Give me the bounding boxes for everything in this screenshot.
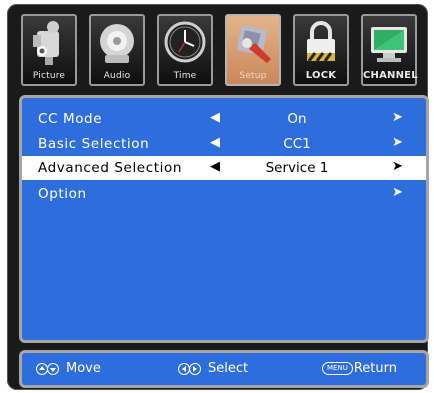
- tab-label-picture: Picture: [32, 71, 66, 81]
- hint-return-label: Return: [353, 361, 397, 376]
- category-tab-bar: Picture Audio Time Setup LOCK CHANNEL: [21, 14, 427, 90]
- hint-select-label: Select: [208, 361, 249, 376]
- left-arrow-icon[interactable]: ◀: [210, 135, 220, 150]
- osd-menu-frame: Picture Audio Time Setup LOCK CHANNEL CC…: [7, 4, 429, 390]
- menu-row-value: On: [287, 111, 307, 127]
- tab-lock[interactable]: LOCK: [293, 14, 349, 86]
- tab-label-lock: LOCK: [305, 70, 337, 81]
- menu-row-label: Advanced Selection: [38, 160, 182, 176]
- tab-audio[interactable]: Audio: [89, 14, 145, 86]
- left-arrow-icon[interactable]: ◀: [210, 110, 220, 125]
- footer-hint-bar: Move Select MENU Return: [19, 350, 429, 388]
- left-right-keys-icon: [178, 362, 201, 375]
- hint-select: Select: [178, 361, 248, 376]
- right-arrow-icon[interactable]: ➤: [392, 159, 403, 174]
- menu-key-icon: MENU: [322, 362, 353, 375]
- hint-move-label: Move: [66, 361, 101, 376]
- right-arrow-icon[interactable]: ➤: [392, 185, 403, 200]
- hint-move: Move: [36, 361, 101, 376]
- tab-picture[interactable]: Picture: [21, 14, 77, 86]
- lock-icon: [307, 21, 335, 62]
- settings-panel: CC Mode ◀ On ➤ Basic Selection ◀ CC1 ➤ A…: [19, 95, 429, 343]
- wrench-icon: [237, 25, 271, 63]
- right-arrow-icon[interactable]: ➤: [392, 135, 403, 150]
- menu-row-value: CC1: [283, 136, 311, 152]
- tab-label-time: Time: [173, 71, 197, 81]
- tab-label-setup: Setup: [239, 71, 267, 81]
- camera-icon: [33, 21, 59, 65]
- menu-row-label: Basic Selection: [38, 136, 150, 152]
- menu-row-cc-mode[interactable]: CC Mode ◀ On ➤: [22, 107, 426, 131]
- tab-label-audio: Audio: [103, 71, 131, 81]
- menu-row-basic-selection[interactable]: Basic Selection ◀ CC1 ➤: [22, 132, 426, 156]
- tab-time[interactable]: Time: [157, 14, 213, 86]
- monitor-icon: [371, 27, 407, 62]
- left-arrow-icon[interactable]: ◀: [210, 159, 220, 174]
- tab-channel[interactable]: CHANNEL: [361, 14, 418, 86]
- menu-row-advanced-selection[interactable]: Advanced Selection ◀ Service 1 ➤: [22, 156, 426, 180]
- tab-label-channel: CHANNEL: [363, 70, 418, 81]
- up-down-keys-icon: [36, 362, 59, 375]
- tab-setup[interactable]: Setup: [225, 14, 281, 86]
- menu-row-label: Option: [38, 186, 87, 202]
- menu-row-label: CC Mode: [38, 111, 103, 127]
- menu-row-value: Service 1: [265, 160, 329, 176]
- menu-row-option[interactable]: Option ➤: [22, 182, 426, 206]
- right-arrow-icon[interactable]: ➤: [392, 110, 403, 125]
- speaker-icon: [100, 24, 134, 63]
- clock-icon: [164, 21, 206, 63]
- hint-return: MENU Return: [322, 361, 397, 376]
